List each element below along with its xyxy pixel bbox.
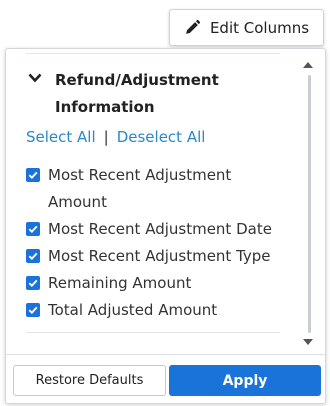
columns-scroll-area[interactable]: Refund/Adjustment Information Select All… xyxy=(6,49,325,354)
checkbox[interactable] xyxy=(26,276,40,290)
checkbox[interactable] xyxy=(26,249,40,263)
divider xyxy=(26,332,280,333)
column-option[interactable]: Most Recent Adjustment Date xyxy=(26,216,286,243)
scrollbar-thumb[interactable] xyxy=(308,75,311,333)
column-option[interactable]: Remaining Amount xyxy=(26,270,286,297)
check-icon xyxy=(28,252,38,261)
column-option[interactable]: Total Adjusted Amount xyxy=(26,297,286,324)
check-icon xyxy=(28,171,38,180)
link-separator: | xyxy=(103,128,109,146)
chevron-down-icon[interactable] xyxy=(28,73,42,83)
check-icon xyxy=(28,225,38,234)
select-all-link[interactable]: Select All xyxy=(26,128,96,146)
apply-button[interactable]: Apply xyxy=(169,365,321,396)
restore-defaults-button[interactable]: Restore Defaults xyxy=(13,365,166,396)
option-label: Most Recent Adjustment Type xyxy=(48,247,271,265)
checkbox[interactable] xyxy=(26,303,40,317)
scrollbar[interactable] xyxy=(292,49,325,354)
checkbox[interactable] xyxy=(26,168,40,182)
option-label: Most Recent Adjustment Amount xyxy=(48,166,232,211)
edit-columns-button[interactable]: Edit Columns xyxy=(169,9,324,46)
section-title: Refund/Adjustment Information xyxy=(55,71,219,116)
column-option[interactable]: Most Recent Adjustment Type xyxy=(26,243,286,270)
divider xyxy=(26,53,280,54)
panel-footer: Restore Defaults Apply xyxy=(6,354,325,406)
scroll-up-arrow-icon[interactable] xyxy=(303,62,313,68)
scroll-down-arrow-icon[interactable] xyxy=(303,339,313,345)
select-links: Select All | Deselect All xyxy=(26,128,205,146)
check-icon xyxy=(28,279,38,288)
option-label: Most Recent Adjustment Date xyxy=(48,220,272,238)
checkbox[interactable] xyxy=(26,222,40,236)
check-icon xyxy=(28,306,38,315)
deselect-all-link[interactable]: Deselect All xyxy=(117,128,206,146)
columns-panel: Refund/Adjustment Information Select All… xyxy=(5,48,326,404)
edit-columns-label: Edit Columns xyxy=(209,18,310,37)
pencil-icon xyxy=(186,19,201,34)
option-label: Total Adjusted Amount xyxy=(48,301,218,319)
option-label: Remaining Amount xyxy=(48,274,192,292)
column-option[interactable]: Most Recent Adjustment Amount xyxy=(26,162,286,216)
